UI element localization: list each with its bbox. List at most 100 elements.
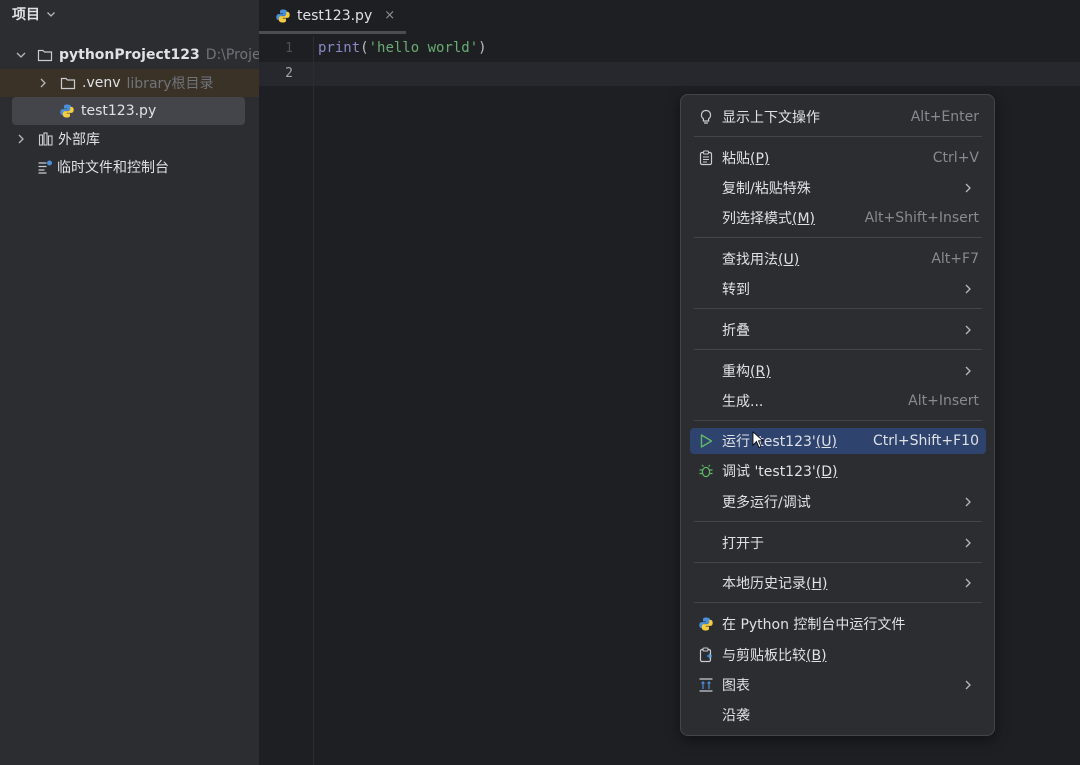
menu-item-open-in[interactable]: 打开于 <box>690 530 986 556</box>
menu-item-label: 在 Python 控制台中运行文件 <box>722 617 906 633</box>
scratches-icon <box>38 160 52 174</box>
menu-separator <box>694 562 982 563</box>
menu-item-label: 运行 'test123'(U) <box>722 434 837 450</box>
tree-item-scratches[interactable]: 临时文件和控制台 <box>0 153 259 181</box>
python-file-icon <box>276 9 290 22</box>
menu-item-label: 查找用法(U) <box>722 252 800 268</box>
tree-item-project-root[interactable]: pythonProject123 D:\Project <box>0 41 259 69</box>
folder-icon <box>60 77 76 90</box>
menu-item-column-selection-mode[interactable]: 列选择模式(M) Alt+Shift+Insert <box>690 205 986 231</box>
tree-item-venv[interactable]: .venv library根目录 <box>0 69 259 97</box>
code-token-function: print <box>318 40 361 56</box>
menu-item-label: 调试 'test123'(D) <box>722 464 838 480</box>
diagram-icon <box>699 678 713 692</box>
menu-item-label: 更多运行/调试 <box>722 495 811 511</box>
chevron-right-icon <box>965 497 971 507</box>
menu-item-label: 沿袭 <box>722 708 750 724</box>
chevron-right-icon[interactable] <box>37 77 49 89</box>
chevron-right-icon <box>965 366 971 376</box>
menu-item-lineage[interactable]: 沿袭 <box>690 702 986 728</box>
menu-item-label: 重构(R) <box>722 364 771 380</box>
menu-item-run-test123[interactable]: 运行 'test123'(U) Ctrl+Shift+F10 <box>690 428 986 454</box>
line-number: 1 <box>285 41 293 56</box>
code-line-1[interactable]: print('hello world') <box>318 40 487 56</box>
tree-item-path: D:\Project <box>205 47 259 63</box>
menu-separator <box>694 602 982 603</box>
menu-item-shortcut: Ctrl+V <box>932 150 979 166</box>
mouse-cursor-icon <box>752 431 764 449</box>
menu-item-label: 与剪贴板比较(B) <box>722 648 827 664</box>
python-icon <box>699 617 713 631</box>
menu-item-label: 列选择模式(M) <box>722 211 816 227</box>
menu-item-folding[interactable]: 折叠 <box>690 317 986 343</box>
menu-item-shortcut: Alt+Shift+Insert <box>864 210 979 226</box>
project-panel: 项目 pythonProject123 D:\Project .venv lib… <box>0 0 259 765</box>
library-icon <box>38 132 53 146</box>
compare-clipboard-icon <box>699 647 712 663</box>
menu-item-more-run-debug[interactable]: 更多运行/调试 <box>690 489 986 515</box>
project-panel-title: 项目 <box>12 7 40 23</box>
chevron-right-icon[interactable] <box>15 133 27 145</box>
close-icon[interactable]: × <box>384 8 395 23</box>
menu-item-label: 复制/粘贴特殊 <box>722 181 811 197</box>
menu-separator <box>694 136 982 137</box>
menu-item-run-in-python-console[interactable]: 在 Python 控制台中运行文件 <box>690 611 986 637</box>
menu-item-diagrams[interactable]: 图表 <box>690 672 986 698</box>
tree-item-label: .venv <box>82 75 121 91</box>
menu-item-generate[interactable]: 生成... Alt+Insert <box>690 388 986 414</box>
menu-item-copy-paste-special[interactable]: 复制/粘贴特殊 <box>690 175 986 201</box>
debug-bug-icon <box>699 464 713 478</box>
python-file-icon <box>60 104 74 118</box>
line-number-gutter: 1 2 <box>259 36 314 765</box>
editor-tab-test123-py[interactable]: test123.py × <box>259 0 406 34</box>
menu-item-label: 打开于 <box>722 536 764 552</box>
code-token-paren: ( <box>360 40 369 56</box>
tree-item-label: test123.py <box>81 103 157 119</box>
menu-item-shortcut: Alt+F7 <box>931 251 979 267</box>
menu-item-shortcut: Alt+Insert <box>908 393 979 409</box>
chevron-right-icon <box>965 680 971 690</box>
menu-item-label: 粘贴(P) <box>722 151 770 167</box>
menu-separator <box>694 237 982 238</box>
chevron-right-icon <box>965 325 971 335</box>
menu-item-refactor[interactable]: 重构(R) <box>690 358 986 384</box>
chevron-right-icon <box>965 284 971 294</box>
project-panel-header[interactable]: 项目 <box>12 4 56 24</box>
menu-item-show-context-actions[interactable]: 显示上下文操作 Alt+Enter <box>690 104 986 130</box>
tree-item-hint: library根目录 <box>126 76 214 92</box>
editor-context-menu: 显示上下文操作 Alt+Enter 粘贴(P) Ctrl+V 复制/粘贴特殊 列… <box>680 94 995 736</box>
menu-item-compare-with-clipboard[interactable]: 与剪贴板比较(B) <box>690 642 986 668</box>
folder-icon <box>37 49 53 62</box>
chevron-right-icon <box>965 538 971 548</box>
current-line-highlight <box>259 62 1080 86</box>
chevron-right-icon <box>965 183 971 193</box>
menu-item-shortcut: Ctrl+Shift+F10 <box>872 433 979 449</box>
menu-separator <box>694 308 982 309</box>
menu-separator <box>694 349 982 350</box>
tree-item-label: pythonProject123 <box>59 47 200 63</box>
chevron-down-icon <box>47 12 55 17</box>
tree-item-label: 外部库 <box>58 132 100 148</box>
lightbulb-icon <box>700 109 712 124</box>
code-token-string: 'hello world' <box>368 40 479 56</box>
menu-item-shortcut: Alt+Enter <box>910 109 979 125</box>
code-token-paren: ) <box>478 40 487 56</box>
chevron-down-icon[interactable] <box>15 49 27 61</box>
menu-item-label: 图表 <box>722 678 750 694</box>
tree-item-label: 临时文件和控制台 <box>57 160 169 176</box>
menu-item-paste[interactable]: 粘贴(P) Ctrl+V <box>690 145 986 171</box>
menu-item-find-usages[interactable]: 查找用法(U) Alt+F7 <box>690 246 986 272</box>
run-icon <box>700 434 713 448</box>
menu-separator <box>694 420 982 421</box>
line-number: 2 <box>285 66 293 81</box>
chevron-right-icon <box>965 578 971 588</box>
menu-item-local-history[interactable]: 本地历史记录(H) <box>690 570 986 596</box>
menu-item-go-to[interactable]: 转到 <box>690 276 986 302</box>
clipboard-icon <box>699 150 713 166</box>
tree-item-external-libraries[interactable]: 外部库 <box>0 125 259 153</box>
menu-item-label: 生成... <box>722 394 764 410</box>
menu-item-label: 转到 <box>722 282 750 298</box>
tree-item-test123-py[interactable]: test123.py <box>12 97 245 125</box>
menu-item-label: 显示上下文操作 <box>722 110 820 126</box>
menu-item-debug-test123[interactable]: 调试 'test123'(D) <box>690 458 986 484</box>
